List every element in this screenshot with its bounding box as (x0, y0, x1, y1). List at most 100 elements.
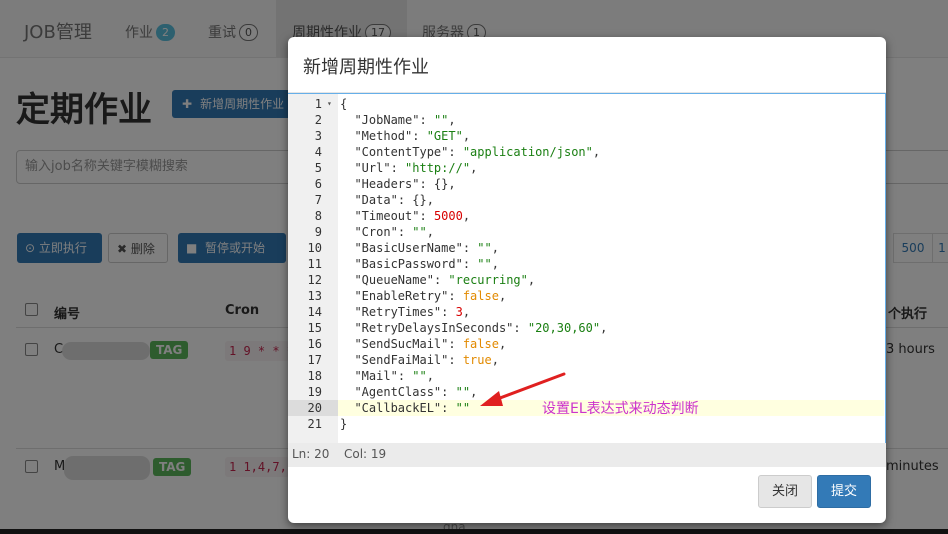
code-line[interactable]: 4 "ContentType": "application/json", (288, 144, 884, 160)
dialog-header: 新增周期性作业 (288, 37, 886, 93)
code-token: : (448, 289, 463, 303)
code-token: "Headers" (354, 177, 420, 191)
code-token: 5000 (433, 209, 463, 223)
taskbar-strip (0, 529, 948, 534)
code-text: "RetryDelaysInSeconds": "20,30,60", (340, 320, 607, 336)
code-token: , (600, 321, 608, 335)
code-token: : (441, 401, 456, 415)
code-text: } (340, 416, 347, 432)
code-line[interactable]: 10 "BasicUserName": "", (288, 240, 884, 256)
code-token: : (419, 209, 434, 223)
code-token: , (470, 161, 478, 175)
code-token: "QueueName" (354, 273, 434, 287)
code-token: "SendSucMail" (354, 337, 449, 351)
code-line[interactable]: 12 "QueueName": "recurring", (288, 272, 884, 288)
line-number: 14 (307, 305, 322, 319)
code-token: , (498, 289, 507, 303)
code-text: "BasicPassword": "", (340, 256, 499, 272)
code-text: "Cron": "", (340, 224, 434, 240)
line-number: 18 (307, 369, 322, 383)
code-text: "EnableRetry": false, (340, 288, 506, 304)
json-code-editor[interactable]: 1 ▾{2 "JobName": "", 3 "Method": "GET", 4 "… (288, 93, 886, 443)
close-button[interactable]: 关闭 (758, 475, 812, 508)
code-line[interactable]: 15 "RetryDelaysInSeconds": "20,30,60", (288, 320, 884, 336)
code-token: : (390, 161, 406, 175)
code-line[interactable]: 11 "BasicPassword": "", (288, 256, 884, 272)
line-number: 7 (314, 193, 322, 207)
fold-toggle-icon[interactable]: ▾ (327, 96, 332, 112)
code-text: { (340, 96, 347, 112)
code-text: "AgentClass": "", (340, 384, 477, 400)
code-token: "BasicUserName" (354, 241, 463, 255)
code-line[interactable]: 8 "Timeout": 5000, (288, 208, 884, 224)
code-token: : (397, 369, 413, 383)
code-token: "RetryDelaysInSeconds" (354, 321, 514, 335)
new-recurring-job-dialog: 新增周期性作业 1 ▾{2 "JobName": "", 3 "Method": "… (288, 37, 886, 523)
code-lines: 1 ▾{2 "JobName": "", 3 "Method": "GET", 4 "… (288, 96, 884, 432)
code-token: 3 (455, 305, 463, 319)
code-token: "" (477, 257, 492, 271)
code-line[interactable]: 3 "Method": "GET", (288, 128, 884, 144)
code-token: "Data" (354, 193, 398, 207)
code-token: "Method" (354, 129, 413, 143)
code-token: true (462, 353, 492, 367)
line-number: 17 (307, 353, 322, 367)
code-token: , (491, 241, 499, 255)
code-token: "Cron" (354, 225, 398, 239)
code-token: : (433, 273, 449, 287)
code-token: false (462, 337, 499, 351)
code-token: : (513, 321, 528, 335)
line-number: 12 (307, 273, 322, 287)
code-token: "AgentClass" (354, 385, 442, 399)
line-number: 15 (307, 321, 322, 335)
line-number: 4 (314, 145, 322, 159)
code-token: , (462, 129, 471, 143)
annotation-text: 设置EL表达式来动态判断 (542, 401, 699, 417)
code-token: "SendFaiMail" (354, 353, 449, 367)
line-number: 10 (307, 241, 322, 255)
code-token: "" (412, 225, 427, 239)
code-text: "Data": {}, (340, 192, 433, 208)
code-line[interactable]: 7 "Data": {}, (288, 192, 884, 208)
code-text: "Url": "http://", (340, 160, 477, 176)
code-text: "BasicUserName": "", (340, 240, 499, 256)
code-text: "Headers": {}, (340, 176, 456, 192)
submit-button[interactable]: 提交 (817, 475, 871, 508)
code-text: "RetryTimes": 3, (340, 304, 470, 320)
code-line[interactable]: 17 "SendFaiMail": true, (288, 352, 884, 368)
code-token: "" (412, 369, 427, 383)
code-token: , (498, 337, 507, 351)
code-token: , (448, 113, 456, 127)
code-line[interactable]: 9 "Cron": "", (288, 224, 884, 240)
code-text: "JobName": "", (340, 112, 456, 128)
code-line[interactable]: 2 "JobName": "", (288, 112, 884, 128)
code-token: "BasicPassword" (354, 257, 463, 271)
code-token: "RetryTimes" (354, 305, 442, 319)
code-token: "Timeout" (354, 209, 420, 223)
code-text: "QueueName": "recurring", (340, 272, 535, 288)
code-line[interactable]: 13 "EnableRetry": false, (288, 288, 884, 304)
code-line[interactable]: 5 "Url": "http://", (288, 160, 884, 176)
code-line[interactable]: 18 "Mail": "", (288, 368, 884, 384)
code-line[interactable]: 21} (288, 416, 884, 432)
code-line[interactable]: 16 "SendSucMail": false, (288, 336, 884, 352)
code-line[interactable]: 1 ▾{ (288, 96, 884, 112)
code-token: : (448, 353, 463, 367)
code-token: : {}, (419, 177, 456, 191)
code-token: , (426, 369, 434, 383)
cursor-line: Ln: 20 (292, 447, 330, 461)
code-token: : (397, 225, 413, 239)
code-line[interactable]: 6 "Headers": {}, (288, 176, 884, 192)
code-text: "Method": "GET", (340, 128, 470, 144)
code-line[interactable]: 14 "RetryTimes": 3, (288, 304, 884, 320)
